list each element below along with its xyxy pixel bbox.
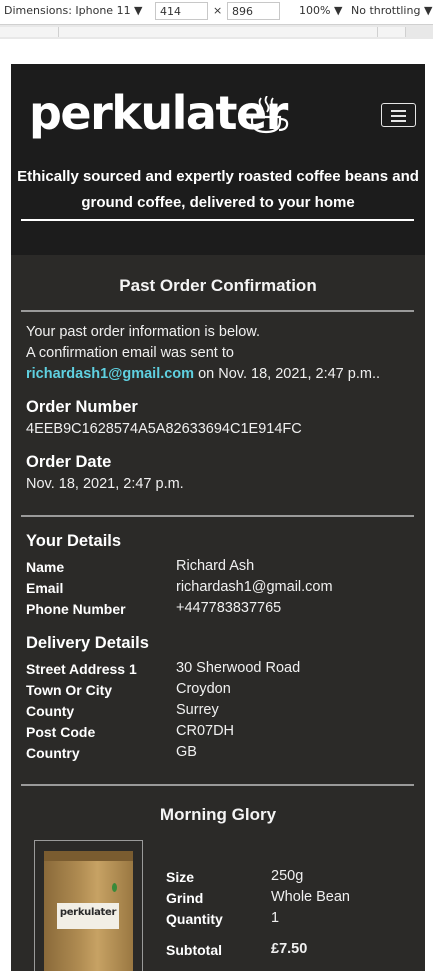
section-divider [21, 515, 414, 517]
product-detail-label: Quantity [166, 911, 223, 927]
zoom-select[interactable]: 100% ▼ [299, 4, 342, 17]
subtotal-label: Subtotal [166, 942, 222, 958]
detail-label: Town Or City [26, 682, 113, 698]
ruler-segment[interactable] [59, 27, 378, 37]
device-dimensions-select[interactable]: Dimensions: Iphone 11 ▼ [4, 4, 143, 17]
detail-label: Name [26, 559, 65, 575]
detail-value: 30 Sherwood Road [176, 660, 301, 676]
detail-value: +447783837765 [176, 600, 282, 616]
product-detail-label: Size [166, 869, 195, 885]
page-title: Past Order Confirmation [119, 276, 317, 295]
product-image: perkulater [34, 840, 143, 971]
ruler-segment[interactable] [0, 27, 59, 37]
detail-value: richardash1@gmail.com [176, 579, 333, 595]
device-height-input[interactable]: 896 [227, 2, 280, 20]
section-divider [21, 784, 414, 786]
detail-value: CR07DH [176, 723, 235, 739]
throttle-select[interactable]: No throttling ▼ [351, 4, 432, 17]
email-sent-line: richardash1@gmail.com on Nov. 18, 2021, … [26, 366, 380, 382]
bag-seal [44, 851, 133, 861]
detail-value: Surrey [176, 702, 219, 718]
coffee-bag-image: perkulater [44, 851, 133, 971]
order-date-heading: Order Date [26, 453, 112, 471]
detail-label: Email [26, 580, 64, 596]
product-detail-label: Grind [166, 890, 204, 906]
menu-line [391, 120, 406, 122]
delivery-details-heading: Delivery Details [26, 634, 149, 652]
media-query-ruler[interactable] [0, 25, 433, 39]
menu-toggle-button[interactable] [381, 103, 416, 127]
menu-line [391, 115, 406, 117]
menu-line [391, 110, 406, 112]
detail-label: Post Code [26, 724, 96, 740]
detail-label: Phone Number [26, 601, 126, 617]
subtotal-value: £7.50 [271, 941, 308, 957]
intro-text: A confirmation email was sent to [26, 345, 234, 361]
confirmation-email-link[interactable]: richardash1@gmail.com [26, 366, 194, 382]
tagline-line: ground coffee, delivered to your home [81, 194, 355, 211]
site-header: perkulater Ethically sourced and expertl… [11, 64, 425, 255]
device-width-input[interactable]: 414 [155, 2, 208, 20]
sent-on-text: on Nov. 18, 2021, 2:47 p.m.. [198, 366, 380, 382]
detail-label: County [26, 703, 75, 719]
product-detail-value: 250g [271, 868, 304, 884]
order-date-value: Nov. 18, 2021, 2:47 p.m. [26, 476, 184, 492]
product-name: Morning Glory [159, 805, 277, 824]
times-sign: × [213, 4, 223, 17]
page-viewport: perkulater Ethically sourced and expertl… [11, 64, 425, 971]
your-details-heading: Your Details [26, 532, 122, 550]
order-number-value: 4EEB9C1628574A5A82633694C1E914FC [26, 421, 302, 437]
tagline-line: Ethically sourced and expertly roasted c… [17, 168, 419, 185]
detail-value: Croydon [176, 681, 231, 697]
bag-label: perkulater [57, 903, 119, 929]
ruler-segment[interactable] [378, 27, 406, 37]
intro-text: Your past order information is below. [26, 324, 261, 340]
product-detail-value: 1 [271, 910, 280, 926]
detail-label: Country [26, 745, 80, 761]
section-divider [21, 310, 414, 312]
detail-label: Street Address 1 [26, 661, 137, 677]
coffee-cup-icon [250, 96, 289, 134]
leaf-icon [112, 883, 117, 892]
devtools-toolbar: Dimensions: Iphone 11 ▼ 414 × 896 100% ▼… [0, 0, 433, 25]
header-divider [21, 219, 414, 221]
site-tagline: Ethically sourced and expertly roasted c… [11, 164, 425, 216]
detail-value: GB [176, 744, 197, 760]
detail-value: Richard Ash [176, 558, 255, 574]
order-number-heading: Order Number [26, 398, 138, 416]
product-detail-value: Whole Bean [271, 889, 350, 905]
